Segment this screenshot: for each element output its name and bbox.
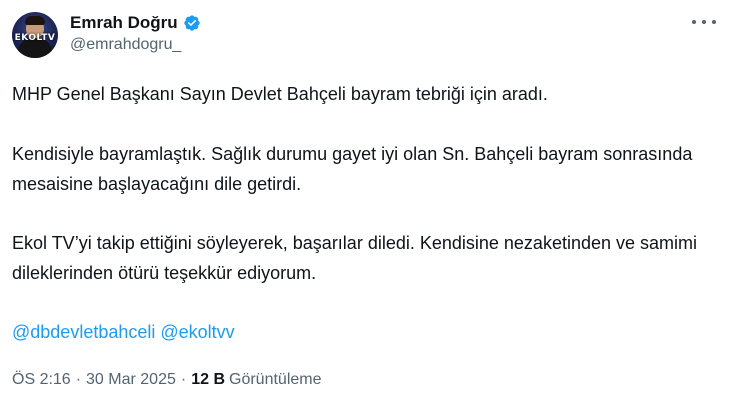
tweet-meta: ÖS 2:16 · 30 Mar 2025 · 12 B Görüntüleme — [12, 371, 322, 389]
more-dot — [702, 20, 706, 24]
more-options-icon[interactable] — [692, 12, 716, 32]
tweet-paragraph: Kendisiyle bayramlaştık. Sağlık durumu g… — [12, 144, 693, 194]
avatar-hair — [25, 16, 45, 25]
more-dot — [712, 20, 716, 24]
mention-link[interactable]: @ekoltvv — [160, 322, 234, 342]
views-count: 12 B — [191, 371, 225, 388]
verified-badge-icon[interactable] — [183, 14, 201, 32]
tweet-date[interactable]: 30 Mar 2025 — [86, 371, 176, 389]
tweet-paragraph: Ekol TV’yi takip ettiğini söyleyerek, ba… — [12, 233, 698, 283]
author-display-name[interactable]: Emrah Doğru — [70, 13, 178, 33]
tweet-time[interactable]: ÖS 2:16 — [12, 371, 71, 389]
tweet-mentions: @dbdevletbahceli @ekoltvv — [12, 317, 712, 347]
meta-separator: · — [75, 371, 82, 388]
avatar-logo-text: EKOLTV — [14, 33, 56, 43]
avatar[interactable]: EKOLTV — [12, 12, 58, 58]
tweet-card: EKOLTV Emrah Doğru @emrahdogru_ MHP Gene… — [0, 0, 738, 402]
tweet-paragraph: MHP Genel Başkanı Sayın Devlet Bahçeli b… — [12, 84, 548, 104]
more-dot — [692, 20, 696, 24]
author-name-row: Emrah Doğru — [70, 12, 201, 34]
mention-link[interactable]: @dbdevletbahceli — [12, 322, 155, 342]
meta-separator: · — [180, 371, 187, 388]
author-handle[interactable]: @emrahdogru_ — [70, 36, 181, 54]
views-label: Görüntüleme — [229, 371, 322, 388]
